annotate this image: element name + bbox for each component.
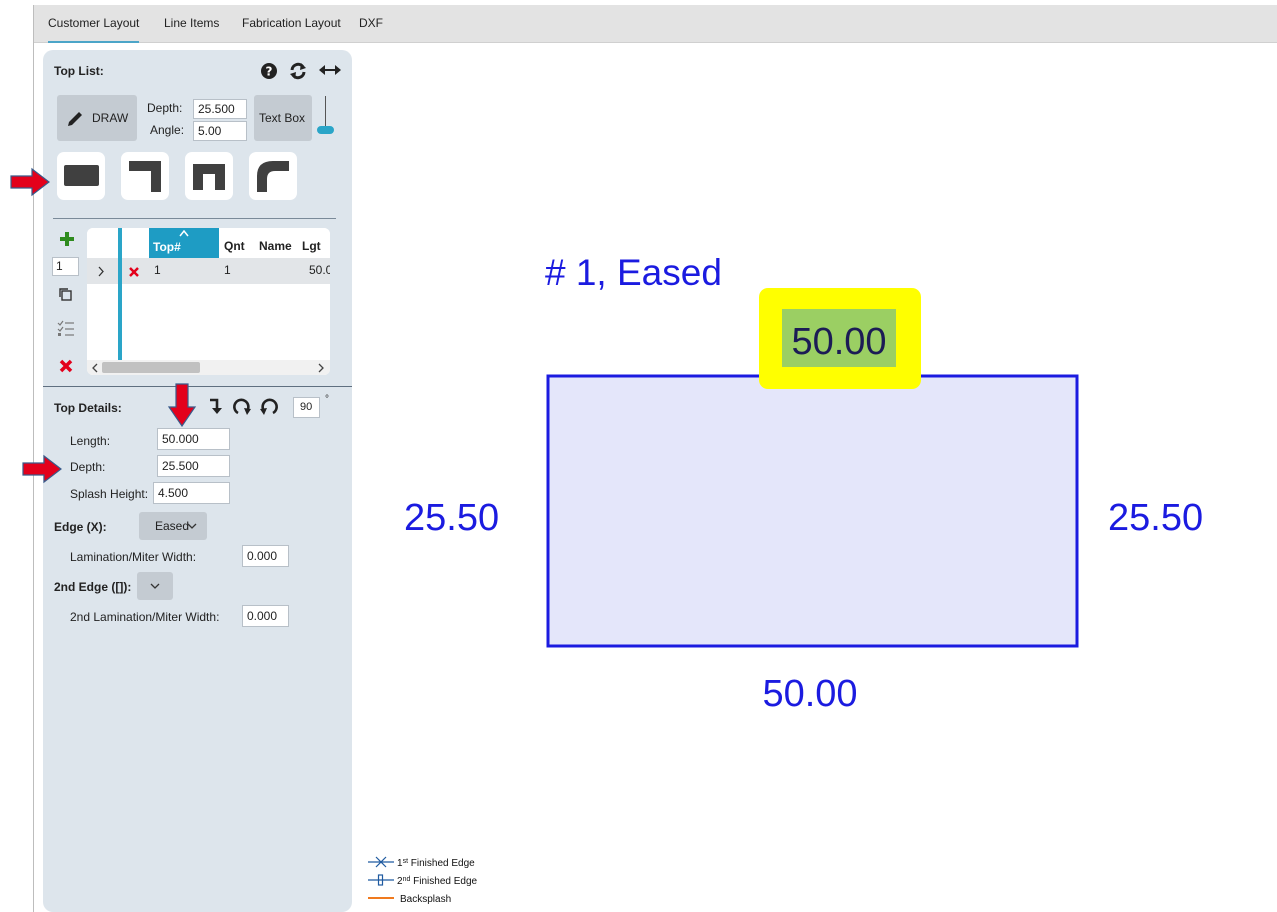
separator <box>43 386 352 387</box>
edge-dropdown[interactable]: Eased <box>139 512 207 540</box>
top-list-grid: Top# Qnt Name Lgt 1 1 50.0 <box>87 228 330 375</box>
annotation-arrow-down <box>167 383 197 427</box>
layout-canvas[interactable]: # 1, Eased 50.00 25.50 25.50 50.00 1st F… <box>352 44 1277 912</box>
annotation-arrow-right <box>22 454 62 484</box>
top-dimension-label[interactable]: 50.00 <box>791 321 886 363</box>
angle-label: Angle: <box>150 123 185 137</box>
top-details-title: Top Details: <box>54 401 122 415</box>
help-icon[interactable]: ? <box>260 62 278 80</box>
draw-button[interactable]: DRAW <box>57 95 137 141</box>
legend-first-edge: 1st Finished Edge <box>397 858 475 869</box>
degree-unit: ° <box>325 394 329 405</box>
rounded-l-shape-icon <box>257 161 289 192</box>
top-title-label: # 1, Eased <box>545 252 722 293</box>
expand-row-icon[interactable] <box>97 266 105 277</box>
sort-ascending-icon <box>179 230 189 237</box>
left-dimension-label[interactable]: 25.50 <box>404 497 499 539</box>
checklist-icon[interactable] <box>57 320 75 338</box>
second-lamination-width-input[interactable]: 0.000 <box>242 605 289 627</box>
legend-second-edge: 2nd Finished Edge <box>397 876 478 887</box>
chevron-down-icon <box>187 523 197 529</box>
l-shape-icon <box>129 161 161 192</box>
depth-input[interactable]: 25.500 <box>157 455 230 477</box>
edge-label: Edge (X): <box>54 520 107 534</box>
second-edge-label: 2nd Edge ([]): <box>54 580 132 594</box>
length-input[interactable]: 50.000 <box>157 428 230 450</box>
tab-fabrication-layout[interactable]: Fabrication Layout <box>242 5 341 43</box>
right-dimension-label[interactable]: 25.50 <box>1108 497 1203 539</box>
annotation-arrow-right <box>10 167 50 197</box>
text-box-label: Text Box <box>259 111 306 125</box>
size-slider-thumb[interactable] <box>317 126 334 134</box>
cell-lgt: 50.0 <box>309 263 330 277</box>
column-header-lgt[interactable]: Lgt <box>302 239 321 253</box>
grid-header: Top# Qnt Name Lgt <box>87 228 330 360</box>
chevron-down-icon <box>150 583 160 589</box>
row-indicator-bar <box>118 228 122 360</box>
edge-dropdown-value: Eased <box>155 519 190 533</box>
refresh-icon[interactable] <box>288 61 308 81</box>
lamination-width-input[interactable]: 0.000 <box>242 545 289 567</box>
svg-text:?: ? <box>266 65 273 79</box>
legend-backsplash: Backsplash <box>400 894 451 905</box>
rotation-input[interactable]: 90 <box>293 397 320 418</box>
length-label: Length: <box>70 434 111 448</box>
legend: 1st Finished Edge 2nd Finished Edge Back… <box>368 856 478 905</box>
depth-label: Depth: <box>70 460 106 474</box>
expand-width-icon[interactable] <box>319 63 341 77</box>
horizontal-scrollbar[interactable] <box>87 360 330 375</box>
tab-bar: Customer Layout Line Items Fabrication L… <box>34 5 1277 43</box>
pencil-icon <box>68 112 82 126</box>
second-edge-dropdown[interactable] <box>137 572 173 600</box>
delete-icon[interactable] <box>59 359 73 373</box>
scroll-left-icon[interactable] <box>91 363 98 373</box>
bottom-dimension-label[interactable]: 50.00 <box>762 673 857 715</box>
countertop-shape[interactable] <box>546 374 1079 648</box>
tab-customer-layout[interactable]: Customer Layout <box>48 5 140 43</box>
app-window: Customer Layout Line Items Fabrication L… <box>0 0 1277 912</box>
lamination-width-label: Lamination/Miter Width: <box>70 550 197 564</box>
rotate-counterclockwise-icon[interactable] <box>259 397 279 417</box>
draw-label: DRAW <box>92 111 129 125</box>
sorted-column-header[interactable]: Top# <box>149 228 219 258</box>
l-shape-button[interactable] <box>121 152 169 200</box>
rounded-l-shape-button[interactable] <box>249 152 297 200</box>
top-list-title: Top List: <box>54 64 104 78</box>
tab-line-items[interactable]: Line Items <box>164 5 219 43</box>
text-box-button[interactable]: Text Box <box>254 95 312 141</box>
scrollbar-thumb[interactable] <box>102 362 200 373</box>
flip-icon[interactable] <box>207 397 223 415</box>
depth-label: Depth: <box>147 101 183 115</box>
splash-height-input[interactable]: 4.500 <box>153 482 230 504</box>
second-lamination-width-label: 2nd Lamination/Miter Width: <box>70 610 220 624</box>
row-indicator-bar <box>118 258 122 284</box>
column-header-top: Top# <box>153 240 181 254</box>
copy-icon[interactable] <box>57 286 73 302</box>
draw-angle-input[interactable]: 5.00 <box>193 121 247 141</box>
scroll-right-icon[interactable] <box>318 363 325 373</box>
column-header-name[interactable]: Name <box>259 239 292 253</box>
u-shape-button[interactable] <box>185 152 233 200</box>
rectangle-shape-icon <box>64 165 99 186</box>
cell-top: 1 <box>154 263 161 277</box>
add-quantity-input[interactable]: 1 <box>52 257 79 276</box>
separator <box>53 218 336 219</box>
side-panel: Top List: ? DRAW Depth: 25.500 Angle: 5. <box>43 50 352 912</box>
splash-height-label: Splash Height: <box>70 487 149 501</box>
u-shape-icon <box>193 164 225 190</box>
draw-depth-input[interactable]: 25.500 <box>193 99 247 119</box>
cell-qnt: 1 <box>224 263 231 277</box>
table-row[interactable]: 1 1 50.0 <box>87 258 330 284</box>
rectangle-shape-button[interactable] <box>57 152 105 200</box>
column-header-qnt[interactable]: Qnt <box>224 239 245 253</box>
add-icon[interactable] <box>59 231 75 247</box>
delete-row-icon[interactable] <box>129 267 139 277</box>
tab-dxf[interactable]: DXF <box>359 5 383 43</box>
rotate-clockwise-icon[interactable] <box>232 397 252 417</box>
